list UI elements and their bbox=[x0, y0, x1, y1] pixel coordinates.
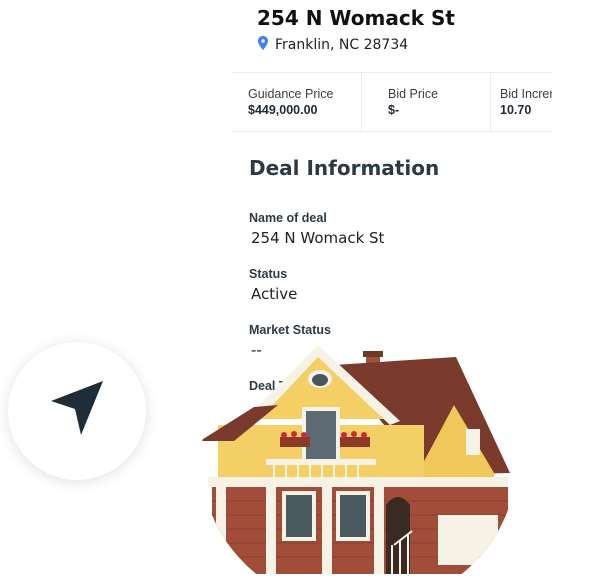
property-location: Franklin, NC 28734 bbox=[257, 36, 408, 54]
field-label: Name of deal bbox=[249, 211, 327, 225]
field-label: Market Status bbox=[249, 323, 331, 337]
guidance-price: Guidance Price $449,000.00 bbox=[232, 73, 362, 131]
field-status: Status Active bbox=[249, 267, 297, 303]
price-summary: Guidance Price $449,000.00 Bid Price $- … bbox=[232, 72, 552, 132]
bid-increment-label: Bid Increment bbox=[500, 87, 552, 101]
field-value: Active bbox=[251, 285, 298, 303]
bid-price-label: Bid Price bbox=[388, 87, 439, 101]
field-label: Status bbox=[249, 267, 288, 281]
guidance-price-value: $449,000.00 bbox=[248, 103, 318, 117]
location-text: Franklin, NC 28734 bbox=[275, 37, 409, 53]
field-name-of-deal: Name of deal 254 N Womack St bbox=[249, 211, 384, 247]
bid-increment: Bid Increment 10.70 bbox=[491, 73, 552, 131]
navigation-arrow-icon bbox=[45, 377, 109, 446]
house-illustration bbox=[194, 345, 524, 577]
property-title: 254 N Womack St bbox=[257, 6, 455, 30]
field-value: 254 N Womack St bbox=[251, 229, 385, 247]
guidance-price-label: Guidance Price bbox=[248, 87, 334, 101]
bid-increment-value: 10.70 bbox=[500, 103, 532, 117]
deal-information-heading: Deal Information bbox=[249, 156, 440, 180]
bid-price-value: $- bbox=[388, 103, 400, 117]
bid-price: Bid Price $- bbox=[362, 73, 491, 131]
navigation-button[interactable] bbox=[8, 342, 146, 480]
map-pin-icon bbox=[257, 36, 269, 54]
